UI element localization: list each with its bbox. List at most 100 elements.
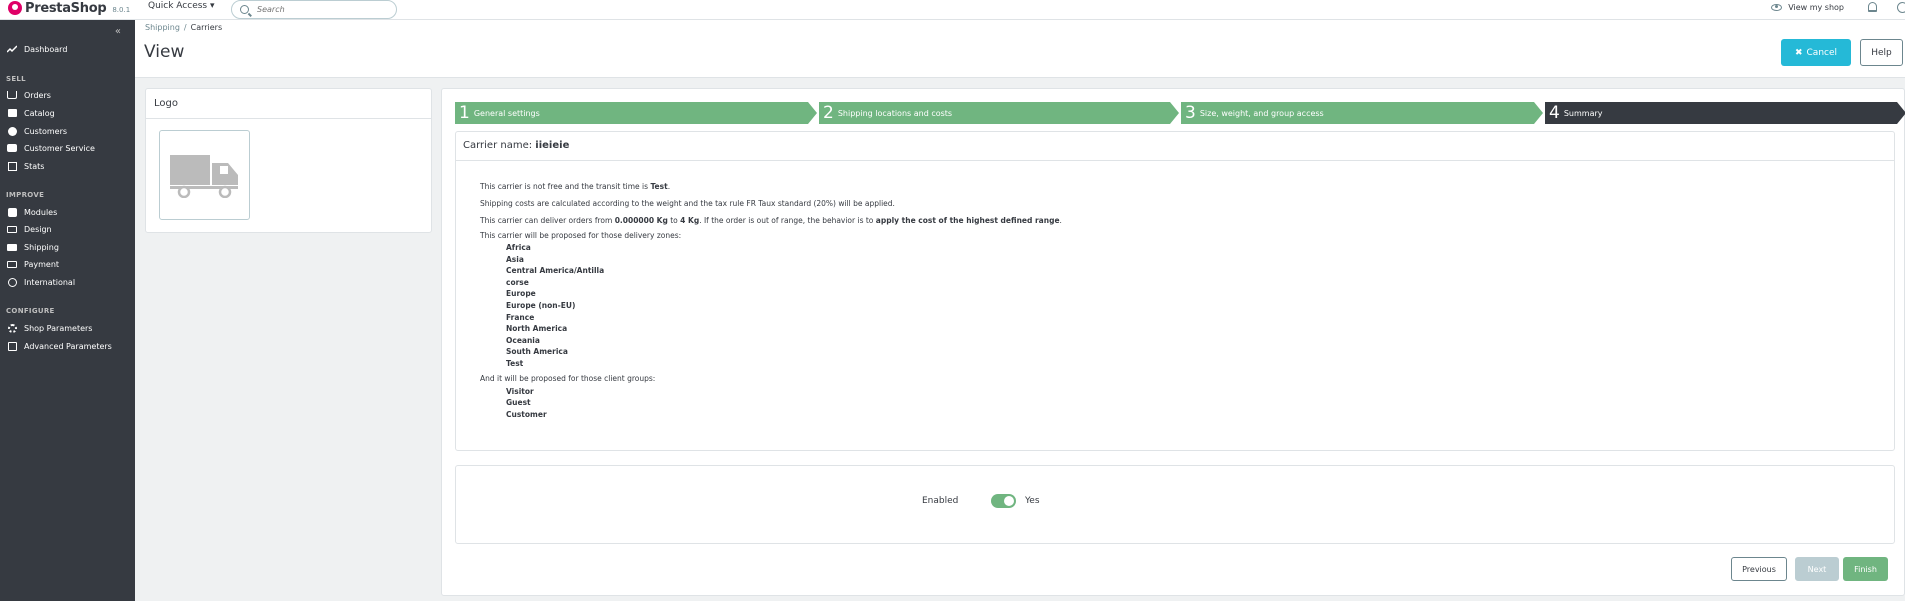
step-label: Size, weight, and group access [1199,108,1324,118]
sidebar-item-label: Orders [24,90,51,100]
finish-button[interactable]: Finish [1843,557,1888,581]
brand-name: PrestaShop [25,0,107,16]
close-icon: ✖ [1794,47,1803,58]
sidebar-item-dashboard[interactable]: Dashboard [0,41,135,57]
puzzle-icon [7,207,17,217]
summary-text: This carrier is not free and the transit… [480,178,1062,420]
section-sell: SELL [6,75,26,83]
enabled-toggle[interactable] [991,494,1016,508]
sidebar-item-orders[interactable]: Orders [0,87,135,103]
sidebar-item-customers[interactable]: Customers [0,123,135,139]
next-button[interactable]: Next [1795,557,1839,581]
sidebar-item-customer-service[interactable]: Customer Service [0,140,135,156]
list-item: Guest [506,398,531,408]
step-arrow [1170,102,1179,124]
step-number: 4 [1549,102,1560,123]
trending-up-icon [7,44,17,54]
sidebar-item-stats[interactable]: Stats [0,158,135,174]
sidebar-item-label: Design [24,224,52,234]
cancel-button-label: Cancel [1806,47,1838,58]
sidebar-item-label: Shop Parameters [24,323,93,333]
step-number: 2 [823,102,834,123]
sidebar-item-shipping[interactable]: Shipping [0,239,135,255]
sidebar-item-advanced-parameters[interactable]: Advanced Parameters [0,338,135,354]
version-label: 8.0.1 [112,5,131,14]
breadcrumb-carriers[interactable]: Carriers [191,23,223,32]
list-item: Europe [506,289,536,299]
list-item: France [506,312,535,322]
view-my-shop-link[interactable]: View my shop [1788,3,1844,12]
search-icon [240,5,249,14]
list-item: North America [506,324,568,334]
carrier-name-label: Carrier name: [463,140,533,151]
sidebar-item-label: Catalog [24,108,55,118]
section-configure: CONFIGURE [6,307,55,315]
header-right: View my shop [1771,0,1905,14]
credit-card-icon [7,259,17,269]
sidebar-item-modules[interactable]: Modules [0,204,135,220]
transit-line: This carrier is not free and the transit… [480,182,671,191]
notifications-bell-icon[interactable] [1868,2,1877,12]
search-input[interactable] [257,5,387,14]
gear-icon [7,323,17,333]
cancel-button[interactable]: ✖ Cancel [1781,39,1851,66]
sidebar-nav: « Dashboard SELL Orders Catalog Customer… [0,20,135,601]
sidebar-item-label: Advanced Parameters [24,341,112,351]
section-improve: IMPROVE [6,191,45,199]
shipping-cost-line: Shipping costs are calculated according … [480,199,895,208]
carrier-logo-image [159,130,250,220]
sidebar-item-shop-parameters[interactable]: Shop Parameters [0,320,135,336]
enabled-label: Enabled [922,496,959,506]
top-header: PrestaShop 8.0.1 Quick Access ▾ View my … [0,0,1905,20]
wizard-step-general-settings[interactable]: 1 General settings [455,102,808,124]
search-box[interactable] [231,0,397,19]
zones-intro: This carrier will be proposed for those … [480,231,682,240]
step-number: 3 [1185,102,1196,123]
list-item: Oceania [506,335,540,345]
sidebar-item-label: Modules [24,207,58,217]
list-item: Central America/Antilla [506,266,605,276]
carrier-wizard: 1 General settings 2 Shipping locations … [441,88,1905,596]
sidebar-item-design[interactable]: Design [0,221,135,237]
sidebar-item-label: Payment [24,259,60,269]
logo-panel-title: Logo [146,89,431,119]
collapse-sidebar-icon[interactable]: « [115,26,121,37]
step-arrow [1534,102,1543,124]
page-header: Shipping / Carriers View ✖ Cancel Help [135,20,1905,78]
account-circle-icon [7,126,17,136]
enabled-panel: Enabled Yes [455,465,1895,544]
settings-app-icon [7,341,17,351]
sidebar-item-label: Dashboard [24,44,68,54]
wizard-step-size-weight[interactable]: 3 Size, weight, and group access [1181,102,1534,124]
help-button[interactable]: Help [1860,39,1903,66]
breadcrumb: Shipping / Carriers [145,23,222,32]
sidebar-item-payment[interactable]: Payment [0,256,135,272]
step-label: General settings [473,108,540,118]
eye-icon[interactable] [1771,3,1783,11]
sidebar-item-label: Stats [24,161,45,171]
list-item: corse [506,277,529,287]
list-item: Customer [506,409,547,419]
list-item: Asia [506,254,524,264]
wizard-step-summary[interactable]: 4 Summary [1545,102,1897,124]
list-item: Africa [506,243,531,252]
sidebar-item-label: International [24,277,76,287]
breadcrumb-shipping[interactable]: Shipping [145,23,180,32]
wizard-step-shipping-locations[interactable]: 2 Shipping locations and costs [819,102,1170,124]
store-icon [7,108,17,118]
wizard-steps: 1 General settings 2 Shipping locations … [455,102,1905,124]
summary-panel: Carrier name: iieieie This carrier is no… [455,131,1895,451]
truck-icon [7,242,17,252]
previous-button[interactable]: Previous [1731,557,1787,581]
page-title: View [144,42,185,62]
step-arrow [808,102,817,124]
quick-access-dropdown[interactable]: Quick Access ▾ [148,1,215,11]
sidebar-item-international[interactable]: International [0,274,135,290]
carrier-name-value: iieieie [535,140,570,151]
breadcrumb-separator: / [183,23,187,32]
logo-panel: Logo [145,88,432,233]
globe-icon [7,277,17,287]
sidebar-item-catalog[interactable]: Catalog [0,105,135,121]
prestashop-logo[interactable]: PrestaShop 8.0.1 [8,0,130,16]
employee-account-icon[interactable] [1897,1,1905,13]
